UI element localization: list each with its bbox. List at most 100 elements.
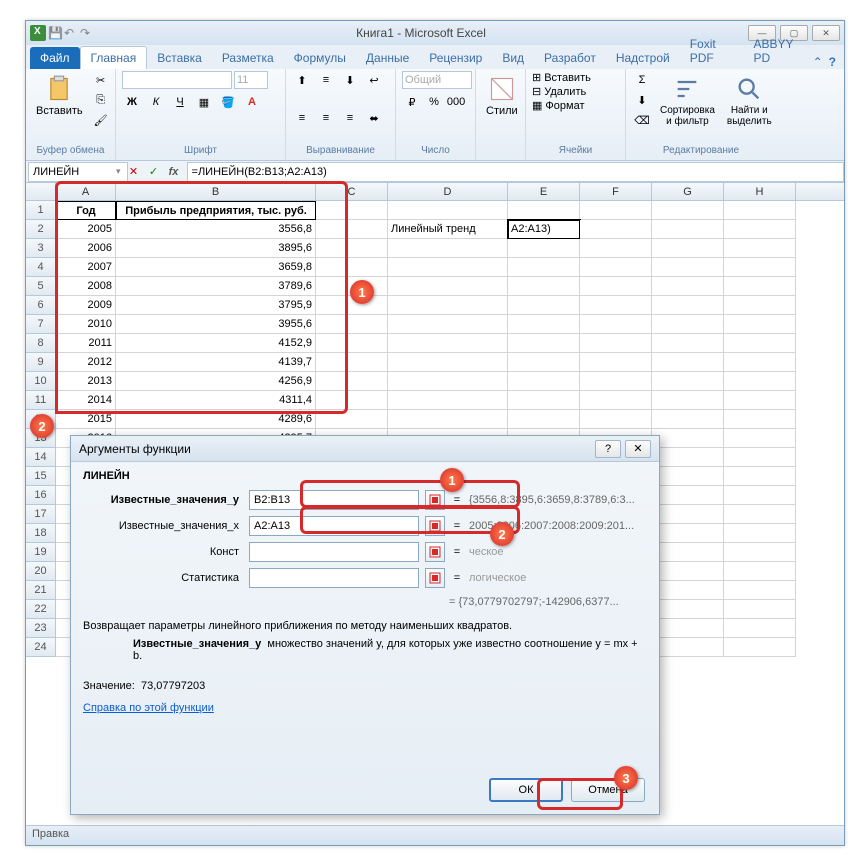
font-name-combo[interactable] [122, 71, 232, 89]
cell[interactable]: 4139,7 [116, 353, 316, 372]
cell[interactable] [724, 524, 796, 543]
cell[interactable] [580, 353, 652, 372]
cell[interactable] [508, 258, 580, 277]
cell[interactable] [724, 258, 796, 277]
row-header[interactable]: 11 [26, 391, 56, 410]
row-header[interactable]: 22 [26, 600, 56, 619]
cell[interactable] [388, 315, 508, 334]
cell[interactable] [652, 619, 724, 638]
cell[interactable] [388, 391, 508, 410]
font-color-button[interactable]: A [242, 93, 262, 111]
cell[interactable]: 4152,9 [116, 334, 316, 353]
col-header-B[interactable]: B [116, 183, 316, 200]
cell[interactable] [388, 296, 508, 315]
tab-home[interactable]: Главная [80, 46, 148, 69]
row-header[interactable]: 7 [26, 315, 56, 334]
range-select-button[interactable] [425, 542, 445, 562]
row-header[interactable]: 19 [26, 543, 56, 562]
cut-icon[interactable]: ✂ [91, 71, 111, 89]
cell[interactable] [724, 201, 796, 220]
row-header[interactable]: 24 [26, 638, 56, 657]
cell[interactable] [580, 296, 652, 315]
tab-data[interactable]: Данные [356, 47, 419, 69]
row-header[interactable]: 2 [26, 220, 56, 239]
arg-input-0[interactable]: B2:B13 [249, 490, 419, 510]
cell[interactable] [724, 315, 796, 334]
row-header[interactable]: 20 [26, 562, 56, 581]
row-header[interactable]: 8 [26, 334, 56, 353]
italic-button[interactable]: К [146, 93, 166, 111]
tab-foxit[interactable]: Foxit PDF [680, 33, 744, 69]
cell[interactable] [724, 619, 796, 638]
cell[interactable] [724, 543, 796, 562]
cell[interactable] [508, 315, 580, 334]
dialog-title-bar[interactable]: Аргументы функции ? ✕ [71, 436, 659, 462]
cell[interactable]: Год [56, 201, 116, 220]
cell[interactable] [316, 239, 388, 258]
undo-icon[interactable]: ↶ [64, 26, 78, 40]
cell[interactable] [652, 581, 724, 600]
autosum-icon[interactable]: Σ [632, 71, 652, 89]
cell[interactable] [580, 258, 652, 277]
currency-icon[interactable]: ₽ [402, 93, 422, 111]
cell[interactable] [652, 315, 724, 334]
row-header[interactable]: 3 [26, 239, 56, 258]
select-all-corner[interactable] [26, 183, 56, 200]
number-format-combo[interactable]: Общий [402, 71, 472, 89]
dialog-close-button[interactable]: ✕ [625, 440, 651, 458]
row-header[interactable]: 6 [26, 296, 56, 315]
tab-abbyy[interactable]: ABBYY PD [744, 33, 813, 69]
row-header[interactable]: 10 [26, 372, 56, 391]
cell[interactable] [580, 277, 652, 296]
row-header[interactable]: 14 [26, 448, 56, 467]
cell[interactable] [724, 372, 796, 391]
cell[interactable] [652, 543, 724, 562]
cell[interactable]: 2009 [56, 296, 116, 315]
cell[interactable] [316, 334, 388, 353]
cell[interactable] [652, 524, 724, 543]
cell[interactable] [724, 638, 796, 657]
cell[interactable] [652, 448, 724, 467]
arg-input-1[interactable]: A2:A13 [249, 516, 419, 536]
cell[interactable] [580, 201, 652, 220]
cell[interactable] [580, 334, 652, 353]
cell[interactable]: 2012 [56, 353, 116, 372]
cell[interactable] [316, 372, 388, 391]
tab-file[interactable]: Файл [30, 47, 80, 69]
align-left-icon[interactable]: ≡ [292, 109, 312, 127]
dialog-help-link[interactable]: Справка по этой функции [83, 702, 214, 714]
fill-icon[interactable]: ⬇ [632, 91, 652, 109]
tab-formulas[interactable]: Формулы [284, 47, 356, 69]
cell[interactable]: A2:A13) [508, 220, 580, 239]
minimize-ribbon-icon[interactable]: ⌃ [813, 55, 823, 69]
range-select-button[interactable] [425, 516, 445, 536]
cell[interactable] [724, 505, 796, 524]
tab-insert[interactable]: Вставка [147, 47, 212, 69]
fill-color-button[interactable]: 🪣 [218, 93, 238, 111]
cell[interactable] [724, 448, 796, 467]
cell[interactable]: 4289,6 [116, 410, 316, 429]
range-select-button[interactable] [425, 568, 445, 588]
cell[interactable] [724, 467, 796, 486]
cell[interactable] [652, 353, 724, 372]
cell[interactable]: 3795,9 [116, 296, 316, 315]
cell[interactable] [724, 562, 796, 581]
cell[interactable] [652, 296, 724, 315]
cell[interactable] [724, 334, 796, 353]
cell[interactable] [724, 277, 796, 296]
cell[interactable] [508, 277, 580, 296]
cell[interactable] [508, 391, 580, 410]
cell[interactable]: 2008 [56, 277, 116, 296]
cell[interactable] [724, 391, 796, 410]
cell[interactable] [388, 372, 508, 391]
cell[interactable]: 4311,4 [116, 391, 316, 410]
paste-button[interactable]: Вставить [32, 71, 87, 121]
tab-review[interactable]: Рецензир [419, 47, 492, 69]
cell[interactable] [316, 410, 388, 429]
cell[interactable]: Прибыль предприятия, тыс. руб. [116, 201, 316, 220]
redo-icon[interactable]: ↷ [80, 26, 94, 40]
tab-layout[interactable]: Разметка [212, 47, 284, 69]
align-bottom-icon[interactable]: ⬇ [340, 71, 360, 89]
row-header[interactable]: 21 [26, 581, 56, 600]
cell[interactable] [652, 429, 724, 448]
